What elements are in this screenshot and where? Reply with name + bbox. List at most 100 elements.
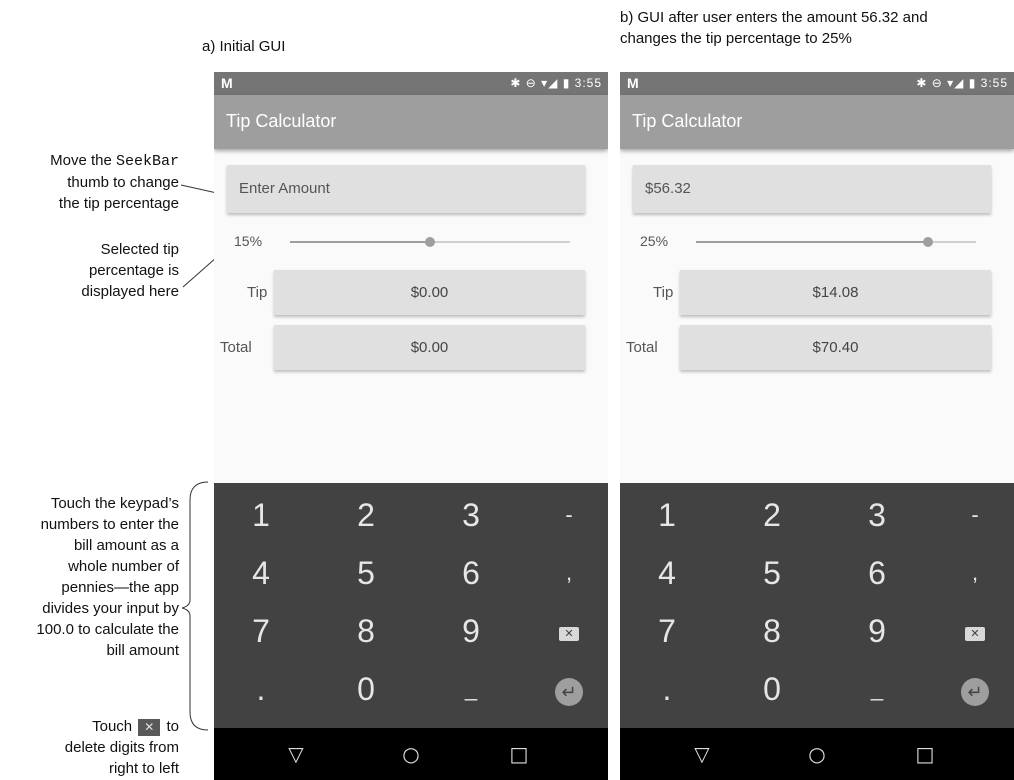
total-label: Total xyxy=(626,339,658,356)
key-8[interactable]: 8 xyxy=(727,603,817,659)
back-icon[interactable]: ▽ xyxy=(682,740,722,768)
key-7[interactable]: 7 xyxy=(622,603,712,659)
key-5[interactable]: 5 xyxy=(727,545,817,601)
key-9[interactable]: 9 xyxy=(832,603,922,659)
total-value: $0.00 xyxy=(274,325,585,370)
phone-initial: M ✱ ⊖ ▾◢ ▮ 3:55 Tip Calculator Enter Amo… xyxy=(214,72,608,780)
annotation-keypad-line: whole number of xyxy=(68,558,179,575)
key-4[interactable]: 4 xyxy=(622,545,712,601)
home-icon[interactable]: ○ xyxy=(797,740,837,768)
key-0[interactable]: 0 xyxy=(727,661,817,717)
seekbar-progress xyxy=(696,241,929,243)
annotation-keypad-line: divides your input by xyxy=(42,600,179,617)
enter-key[interactable]: ↵ xyxy=(930,661,1014,717)
seekbar-thumb[interactable] xyxy=(923,237,934,247)
annotation-keypad-line: numbers to enter the xyxy=(40,516,179,533)
annotation-seekbar-code: SeekBar xyxy=(115,153,179,170)
caption-after-input-line1: b) GUI after user enters the amount 56.3… xyxy=(620,9,928,26)
key-1[interactable]: 1 xyxy=(622,487,712,543)
navigation-bar: ▽ ○ □ xyxy=(620,728,1014,780)
status-time: 3:55 xyxy=(574,76,602,90)
caption-initial-gui: a) Initial GUI xyxy=(202,38,286,55)
key-comma[interactable]: , xyxy=(930,545,1014,601)
annotation-delete-line2: delete digits from xyxy=(64,739,179,756)
annotation-keypad-line: 100.0 to calculate the xyxy=(36,621,179,638)
recents-icon[interactable]: □ xyxy=(905,740,945,768)
key-6[interactable]: 6 xyxy=(832,545,922,601)
caption-after-input: b) GUI after user enters the amount 56.3… xyxy=(620,7,928,49)
key-dot[interactable]: . xyxy=(622,661,712,717)
tip-value: $0.00 xyxy=(274,270,585,315)
annotation-seekbar-line2: thumb to change xyxy=(67,174,179,191)
amount-field[interactable]: Enter Amount xyxy=(227,165,585,213)
key-9[interactable]: 9 xyxy=(426,603,516,659)
key-underscore[interactable]: _ xyxy=(832,661,922,717)
backspace-key[interactable]: ✕ xyxy=(930,603,1014,659)
percent-label: 25% xyxy=(640,233,669,249)
key-4[interactable]: 4 xyxy=(216,545,306,601)
key-3[interactable]: 3 xyxy=(832,487,922,543)
key-2[interactable]: 2 xyxy=(727,487,817,543)
percent-label: 15% xyxy=(234,233,263,249)
backspace-icon: ✕ xyxy=(559,626,579,641)
status-indicator-icons: ✱ ⊖ ▾◢ ▮ xyxy=(916,76,977,90)
total-label: Total xyxy=(220,339,252,356)
key-underscore[interactable]: _ xyxy=(426,661,516,717)
app-bar: Tip Calculator xyxy=(214,95,608,149)
annotation-seekbar-text: Move the xyxy=(50,152,116,169)
delete-key-glyph: ✕ xyxy=(144,719,155,734)
annotation-delete-line3: right to left xyxy=(108,760,179,777)
back-icon[interactable]: ▽ xyxy=(276,740,316,768)
delete-key-icon: ✕ xyxy=(138,718,161,736)
numeric-keypad: 1 2 3 - 4 5 6 , 7 8 9 ✕ . 0 _ ↵ xyxy=(214,483,608,728)
status-bar: M ✱ ⊖ ▾◢ ▮ 3:55 xyxy=(214,72,608,95)
annotation-seekbar-line3: the tip percentage xyxy=(58,195,179,212)
key-dot[interactable]: . xyxy=(216,661,306,717)
key-1[interactable]: 1 xyxy=(216,487,306,543)
annotation-keypad-line: pennies—the app xyxy=(61,579,179,596)
status-bar: M ✱ ⊖ ▾◢ ▮ 3:55 xyxy=(620,72,1014,95)
enter-icon: ↵ xyxy=(961,677,989,706)
tip-seekbar[interactable] xyxy=(290,237,570,247)
annotation-percentage: Selected tip percentage is displayed her… xyxy=(81,239,179,302)
gmail-icon: M xyxy=(627,75,639,91)
key-7[interactable]: 7 xyxy=(216,603,306,659)
total-value: $70.40 xyxy=(680,325,991,370)
amount-text: Enter Amount xyxy=(239,180,330,197)
backspace-icon: ✕ xyxy=(965,626,985,641)
keypad-bracket xyxy=(181,481,209,731)
key-2[interactable]: 2 xyxy=(321,487,411,543)
seekbar-thumb[interactable] xyxy=(425,237,435,247)
key-6[interactable]: 6 xyxy=(426,545,516,601)
app-title: Tip Calculator xyxy=(226,111,337,131)
key-8[interactable]: 8 xyxy=(321,603,411,659)
annotation-percentage-line1: Selected tip xyxy=(100,241,179,258)
enter-icon: ↵ xyxy=(555,677,583,706)
annotation-delete-text: to xyxy=(166,718,179,735)
phone-after-input: M ✱ ⊖ ▾◢ ▮ 3:55 Tip Calculator $56.32 25… xyxy=(620,72,1014,780)
enter-key[interactable]: ↵ xyxy=(524,661,608,717)
key-comma[interactable]: , xyxy=(524,545,608,601)
annotation-keypad-line: bill amount xyxy=(106,642,179,659)
key-0[interactable]: 0 xyxy=(321,661,411,717)
key-3[interactable]: 3 xyxy=(426,487,516,543)
tip-value: $14.08 xyxy=(680,270,991,315)
key-5[interactable]: 5 xyxy=(321,545,411,601)
annotation-keypad-line: Touch the keypad’s xyxy=(50,495,179,512)
seekbar-progress xyxy=(290,241,430,243)
annotation-delete: Touch ✕ to delete digits from right to l… xyxy=(65,716,179,779)
backspace-key[interactable]: ✕ xyxy=(524,603,608,659)
recents-icon[interactable]: □ xyxy=(499,740,539,768)
caption-after-input-line2: changes the tip percentage to 25% xyxy=(620,30,852,47)
tip-seekbar[interactable] xyxy=(696,237,976,247)
annotation-seekbar: Move the SeekBar thumb to change the tip… xyxy=(50,150,179,214)
amount-field[interactable]: $56.32 xyxy=(633,165,991,213)
annotation-percentage-line2: percentage is xyxy=(88,262,179,279)
key-minus[interactable]: - xyxy=(930,487,1014,543)
key-minus[interactable]: - xyxy=(524,487,608,543)
home-icon[interactable]: ○ xyxy=(391,740,431,768)
status-time: 3:55 xyxy=(980,76,1008,90)
tip-label: Tip xyxy=(247,284,268,301)
annotation-keypad: Touch the keypad’s numbers to enter the … xyxy=(36,493,179,661)
annotation-keypad-line: bill amount as a xyxy=(73,537,179,554)
